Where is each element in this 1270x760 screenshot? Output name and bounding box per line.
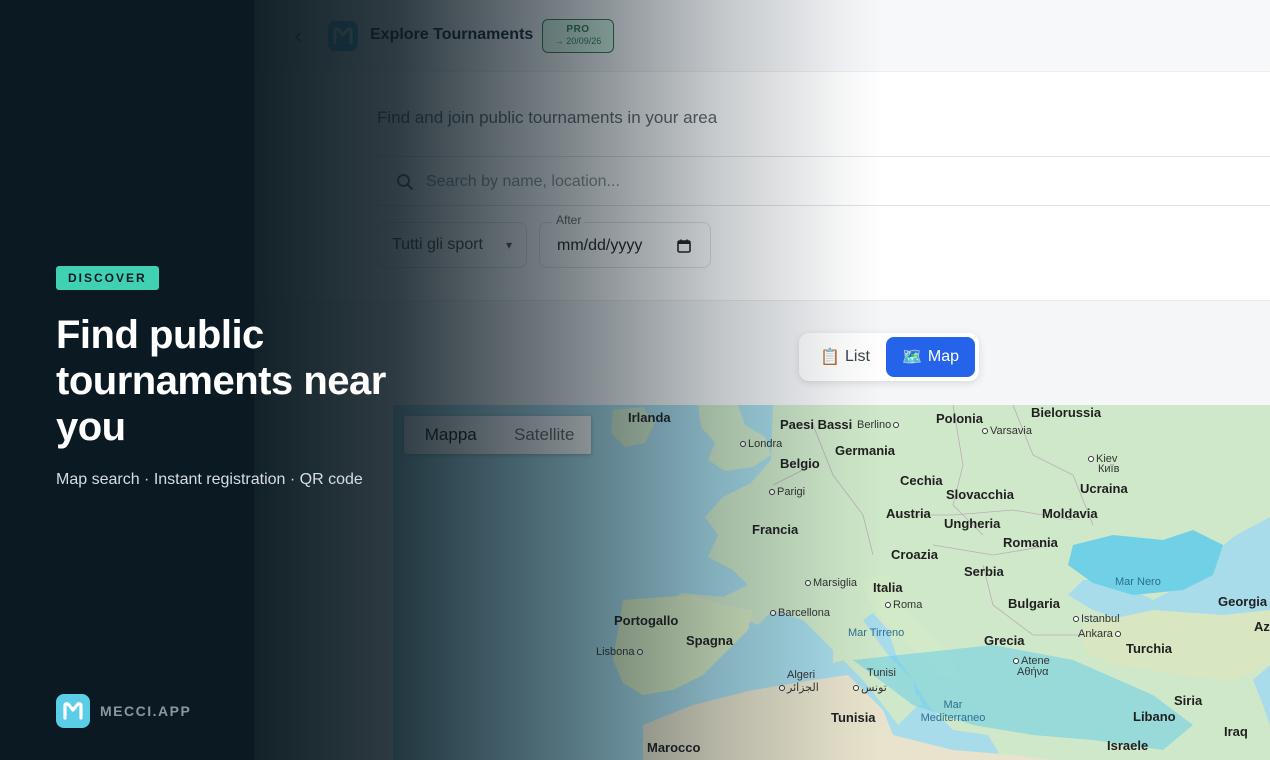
map-label-country: Irlanda xyxy=(628,410,671,425)
city-marker-icon xyxy=(805,580,811,587)
date-label: After xyxy=(552,213,586,227)
brand-name: MECCI.APP xyxy=(100,703,192,719)
map-label-country: Croazia xyxy=(891,547,938,562)
map-label-country: Serbia xyxy=(964,564,1004,579)
city-marker-icon xyxy=(770,610,776,617)
map-label-city: Berlino xyxy=(857,419,901,431)
brand-logo-icon xyxy=(56,694,90,728)
city-marker-icon xyxy=(853,685,859,692)
map-label-city: الجزائر xyxy=(779,681,819,694)
map-label-city: تونس xyxy=(853,681,887,694)
map-label-country: Paesi Bassi xyxy=(780,417,853,432)
city-marker-icon xyxy=(636,649,643,656)
search-icon xyxy=(397,174,413,190)
chevron-down-icon: ▾ xyxy=(505,238,512,252)
map-label-country: Germania xyxy=(835,443,895,458)
back-arrow-icon[interactable]: ‹ xyxy=(286,24,310,48)
map-label-country: Portogallo xyxy=(614,613,679,628)
map-label-country: Spagna xyxy=(686,633,733,648)
search-bar[interactable] xyxy=(377,156,1270,206)
city-marker-icon xyxy=(779,685,785,692)
map-label-country: Iraq xyxy=(1224,724,1248,739)
map-label-city: Tunisi xyxy=(867,667,896,679)
city-marker-icon xyxy=(893,422,900,429)
map-label-country: Italia xyxy=(873,580,903,595)
map-label-city: Ankara xyxy=(1078,628,1123,640)
pro-label: PRO xyxy=(566,24,590,35)
map-label-country: Bielorussia xyxy=(1031,405,1102,420)
map-type-mappa[interactable]: Mappa xyxy=(404,416,498,454)
city-marker-icon xyxy=(740,441,746,448)
pro-badge: PRO → 20/09/26 xyxy=(542,19,614,53)
map-label-country: Slovacchia xyxy=(946,487,1014,502)
map-label-country: Az xyxy=(1254,619,1270,634)
city-marker-icon xyxy=(982,428,988,435)
map-label-country: Israele xyxy=(1107,738,1149,753)
sport-select[interactable]: Tutti gli sport ▾ xyxy=(377,222,527,268)
clipboard-icon: 📋 xyxy=(820,349,840,366)
map-label-country: Polonia xyxy=(936,411,983,426)
map-label-country: Austria xyxy=(886,506,931,521)
map-label-country: Grecia xyxy=(984,633,1025,648)
map-icon: 🗺️ xyxy=(901,349,922,366)
list-view-button[interactable]: 📋 List xyxy=(808,337,882,377)
city-marker-icon xyxy=(1114,631,1121,638)
map-label-country: Ungheria xyxy=(944,516,1001,531)
hero-tagline: Map search · Instant registration · QR c… xyxy=(56,471,363,488)
map-label-city: Αθήνα xyxy=(1017,666,1049,678)
map-label-country: Georgia xyxy=(1218,594,1268,609)
calendar-icon[interactable] xyxy=(677,239,691,253)
map-label-city: Marsiglia xyxy=(805,577,857,589)
list-view-label: List xyxy=(845,348,870,365)
map-label-city: Київ xyxy=(1098,463,1120,475)
map-label-country: Cechia xyxy=(900,473,943,488)
search-input[interactable] xyxy=(426,169,1226,195)
map-label-city: Varsavia xyxy=(982,425,1032,437)
map-label-city: Parigi xyxy=(769,486,805,498)
map-label-country: Ucraina xyxy=(1080,481,1128,496)
map-label-country: Marocco xyxy=(647,740,701,755)
discover-badge: DISCOVER xyxy=(56,266,159,290)
map-label-country: Francia xyxy=(752,522,799,537)
map-label-city: Algeri xyxy=(787,669,816,681)
map-label-country: Siria xyxy=(1174,693,1203,708)
map-label-city: Londra xyxy=(740,438,782,450)
map-label-country: Moldavia xyxy=(1042,506,1098,521)
map-label-country: Tunisia xyxy=(831,710,876,725)
city-marker-icon xyxy=(1013,658,1019,665)
page-title: Explore Tournaments xyxy=(370,26,534,43)
map-type-control: Mappa Satellite xyxy=(404,416,591,454)
city-marker-icon xyxy=(885,602,891,609)
date-value[interactable]: mm/dd/yyyy xyxy=(557,237,642,255)
map-label-country: Romania xyxy=(1003,535,1058,550)
pro-expiry: → 20/09/26 xyxy=(554,36,602,46)
city-marker-icon xyxy=(769,489,775,496)
map-label-country: Turchia xyxy=(1126,641,1172,656)
map-view-label: Map xyxy=(927,348,960,365)
map-view-button[interactable]: 🗺️ Map xyxy=(886,337,975,377)
map-label-country: Libano xyxy=(1133,709,1176,724)
map-label-city: Istanbul xyxy=(1073,613,1120,625)
map-label-city: Barcellona xyxy=(770,607,830,619)
map-label-sea: Mar Mediterraneo xyxy=(920,699,986,724)
city-marker-icon xyxy=(1073,616,1079,623)
app-logo-icon xyxy=(328,21,358,51)
map-type-satellite[interactable]: Satellite xyxy=(498,416,592,454)
map-label-sea: Mar Nero xyxy=(1115,576,1161,588)
page-subtitle: Find and join public tournaments in your… xyxy=(377,108,718,127)
hero-headline: Find public tournaments near you xyxy=(56,313,386,449)
map-label-city: Roma xyxy=(885,599,922,611)
map-label-city: Lisbona xyxy=(596,646,645,658)
sport-select-value: Tutti gli sport xyxy=(392,236,483,253)
map-label-country: Belgio xyxy=(780,456,820,471)
map-label-country: Bulgaria xyxy=(1008,596,1061,611)
map-label-sea: Mar Tirreno xyxy=(848,627,905,639)
city-marker-icon xyxy=(1088,456,1094,463)
